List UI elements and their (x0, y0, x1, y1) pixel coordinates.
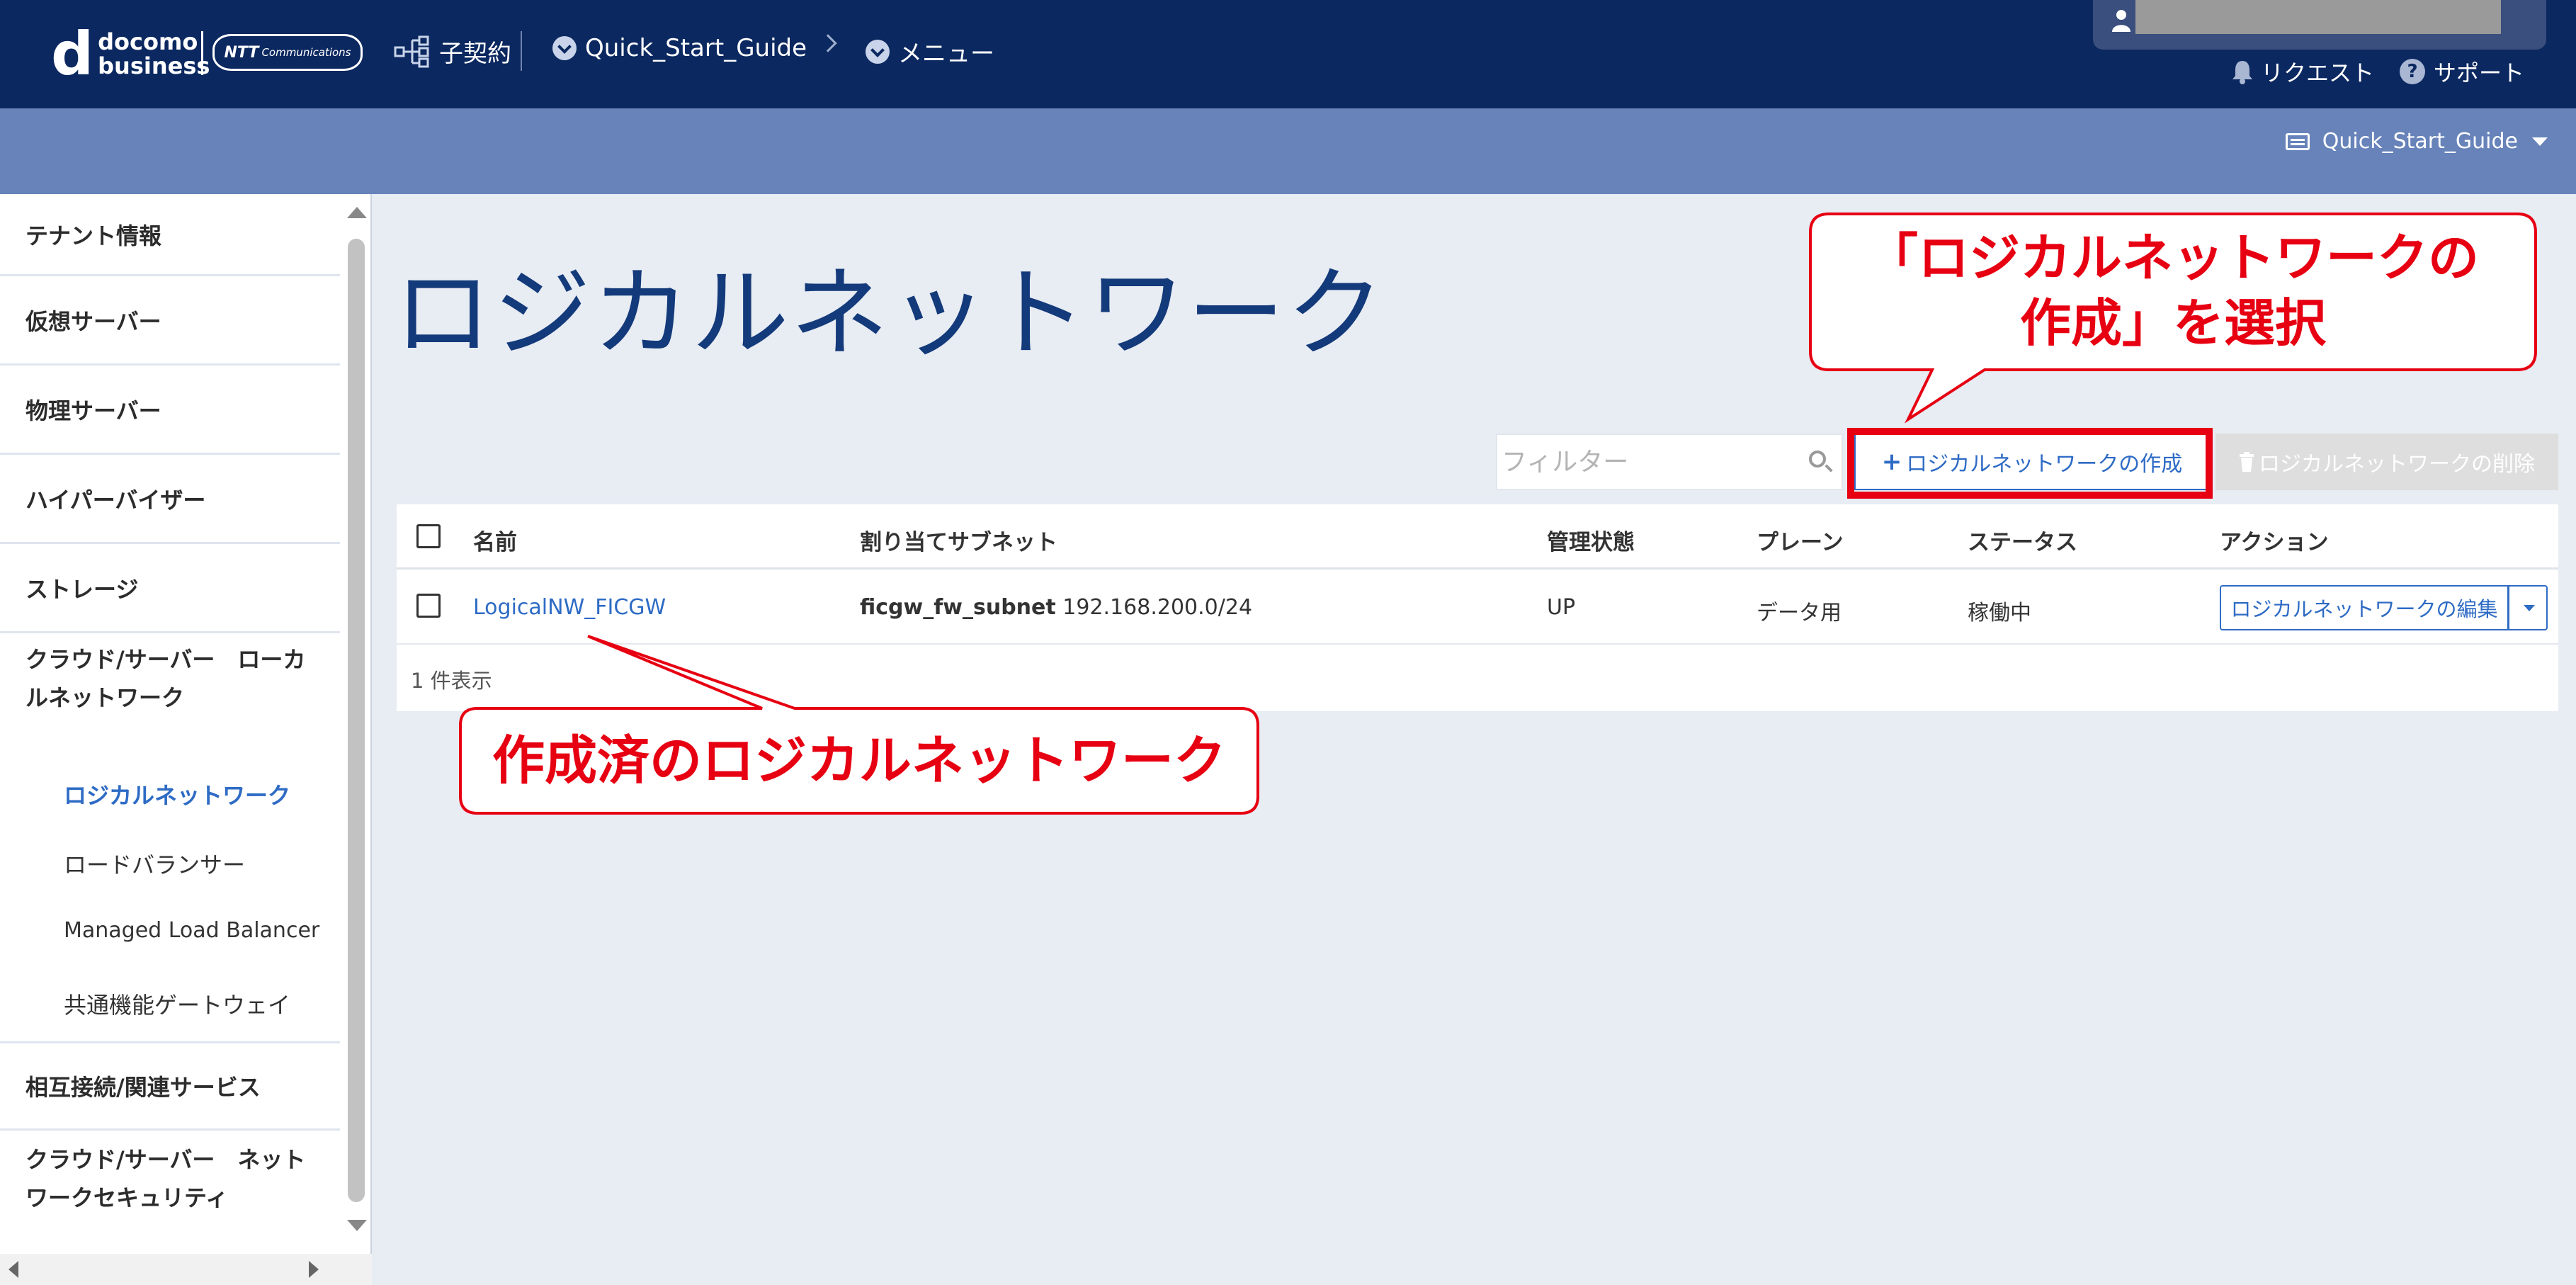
callout-bottom-text: 作成済のロジカルネットワーク (492, 730, 1226, 791)
annotation-layer (459, 213, 2537, 815)
callout-top-text: 「ロジカルネットワークの 作成」を選択 (1866, 228, 2479, 353)
